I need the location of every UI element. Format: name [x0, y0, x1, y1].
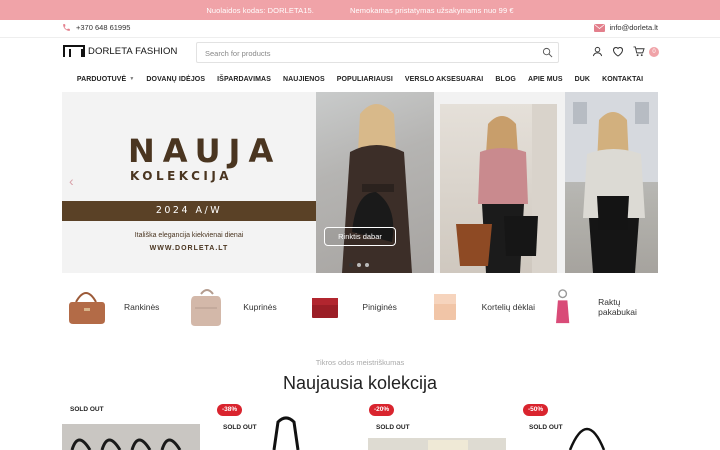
wishlist-heart-icon[interactable]: [612, 46, 624, 57]
logo-mark-icon: [63, 45, 85, 57]
logo-text: DORLETA FASHION: [88, 45, 178, 57]
hero-subtitle: KOLEKCIJA: [130, 169, 233, 183]
nav-item-kontaktai[interactable]: KONTAKTAI: [602, 70, 643, 88]
category-handbags[interactable]: Rankinės: [62, 286, 181, 328]
section-heading: Naujausia kolekcija: [282, 373, 438, 393]
sale-badge: -38%: [217, 404, 243, 416]
nav-item-parduotuve[interactable]: PARDUOTUVĖ ▼: [77, 70, 135, 88]
category-row: Rankinės Kuprinės Piniginės Kortelių dėk…: [62, 286, 658, 328]
nav-item-ispardavimas[interactable]: IŠPARDAVIMAS: [217, 70, 271, 88]
nav-label: POPULIARIAUSI: [336, 75, 393, 83]
category-card-holders[interactable]: Kortelių dėklai: [420, 286, 539, 328]
product-card[interactable]: -38% SOLD OUT: [216, 400, 356, 450]
product-image: [62, 424, 200, 450]
contact-row: +370 648 61995 info@dorleta.lt: [0, 20, 720, 38]
nav-item-apie-mus[interactable]: APIE MUS: [528, 70, 563, 88]
product-card[interactable]: -20% SOLD OUT: [368, 400, 508, 450]
nav-item-dovanu-idejos[interactable]: DOVANŲ IDĖJOS: [146, 70, 205, 88]
search-box: [196, 42, 559, 63]
cart-count-badge: 0: [649, 46, 659, 57]
sold-out-label: SOLD OUT: [376, 424, 410, 431]
sold-out-label: SOLD OUT: [223, 424, 257, 431]
hero-photo-model-3: [565, 92, 658, 273]
nav-item-duk[interactable]: DUK: [575, 70, 590, 88]
nav-label: PARDUOTUVĖ: [76, 75, 127, 83]
category-label: Kuprinės: [243, 302, 277, 312]
slider-dot[interactable]: [365, 263, 369, 267]
keychain-icon: [555, 289, 570, 324]
category-label: Raktų pakabukai: [598, 297, 637, 317]
category-label: Kortelių dėklai: [481, 302, 535, 312]
phone-number: +370 648 61995: [76, 23, 131, 32]
category-wallets[interactable]: Piniginės: [300, 286, 419, 328]
nav-label: IŠPARDAVIMAS: [217, 75, 271, 83]
handbag-icon: [69, 292, 105, 324]
chevron-down-icon: ▼: [129, 76, 135, 82]
slider-dots: [349, 263, 369, 267]
nav-label: DOVANŲ IDĖJOS: [146, 75, 206, 83]
hero-title: NAUJA: [128, 132, 282, 170]
phone-icon: [63, 24, 70, 31]
nav-label: BLOG: [495, 75, 516, 83]
nav-label: KONTAKTAI: [602, 75, 644, 83]
hero-slider: NAUJA KOLEKCIJA 2024 A/W Itališka elegan…: [62, 92, 658, 273]
nav-label: VERSLO AKSESUARAI: [404, 75, 484, 83]
nav-item-blog[interactable]: BLOG: [495, 70, 516, 88]
wallet-icon: [312, 298, 339, 318]
product-image: [368, 438, 506, 450]
nav-label: APIE MUS: [527, 75, 563, 83]
product-image: [272, 416, 300, 450]
search-input[interactable]: [197, 44, 527, 63]
free-shipping-text: Nemokamas pristatymas užsakymams nuo 99 …: [349, 5, 514, 15]
model-2-illustration: [456, 104, 557, 273]
sale-badge: -20%: [369, 404, 395, 416]
hero-photo-model-2: [440, 104, 557, 273]
category-label: Piniginės: [362, 302, 397, 312]
hero-season: 2024 A/W: [155, 205, 223, 216]
category-backpacks[interactable]: Kuprinės: [181, 286, 300, 328]
nav-label: DUK: [574, 75, 591, 83]
hero-tagline: Itališka elegancija kiekvienai dienai: [134, 232, 244, 239]
sale-badge: -50%: [523, 404, 549, 416]
hero-website: WWW.DORLETA.LT: [149, 245, 229, 252]
search-icon[interactable]: [542, 47, 553, 58]
product-image: [568, 428, 606, 450]
email-address: info@dorleta.lt: [609, 23, 658, 32]
product-grid: SOLD OUT -38% SOLD OUT -20% SOLD OUT -50…: [62, 400, 658, 450]
email-link[interactable]: info@dorleta.lt: [593, 23, 658, 32]
cart-button[interactable]: 0: [633, 46, 659, 57]
site-header: DORLETA FASHION 0: [0, 38, 720, 68]
nav-item-verslo-aksesuarai[interactable]: VERSLO AKSESUARAI: [405, 70, 483, 88]
category-label: Rankinės: [124, 302, 160, 312]
category-keychains[interactable]: Raktų pakabukai: [539, 286, 658, 328]
account-icon[interactable]: [592, 46, 603, 57]
shop-now-button[interactable]: Rinktis dabar: [324, 227, 396, 246]
phone-link[interactable]: +370 648 61995: [62, 23, 130, 32]
promo-code-text: Nuolaidos kodas: DORLETA15.: [206, 5, 314, 15]
slider-dot[interactable]: [357, 263, 361, 267]
slider-dot[interactable]: [349, 263, 353, 267]
product-card[interactable]: -50% SOLD OUT: [522, 400, 662, 450]
main-nav: PARDUOTUVĖ ▼ DOVANŲ IDĖJOS IŠPARDAVIMAS N…: [0, 70, 720, 88]
sold-out-label: SOLD OUT: [529, 424, 563, 431]
product-card[interactable]: SOLD OUT: [62, 400, 202, 450]
promo-bar: Nuolaidos kodas: DORLETA15. Nemokamas pr…: [0, 0, 720, 20]
sold-out-label: SOLD OUT: [70, 406, 104, 413]
nav-item-naujienos[interactable]: NAUJIENOS: [283, 70, 325, 88]
card-holder-icon: [433, 294, 456, 320]
site-logo[interactable]: DORLETA FASHION: [63, 45, 177, 57]
backpack-icon: [191, 289, 222, 326]
model-3-illustration: [565, 92, 658, 273]
nav-label: NAUJIENOS: [282, 75, 325, 83]
header-icons: 0: [592, 46, 659, 57]
hero-banner: NAUJA KOLEKCIJA 2024 A/W Itališka elegan…: [62, 92, 316, 273]
section-subheading: Tikros odos meistriškumas: [315, 358, 405, 367]
cart-icon: [633, 46, 645, 57]
chevron-left-icon[interactable]: ‹: [69, 173, 74, 189]
nav-item-populiariausi[interactable]: POPULIARIAUSI: [337, 70, 393, 88]
mail-icon: [593, 23, 605, 32]
